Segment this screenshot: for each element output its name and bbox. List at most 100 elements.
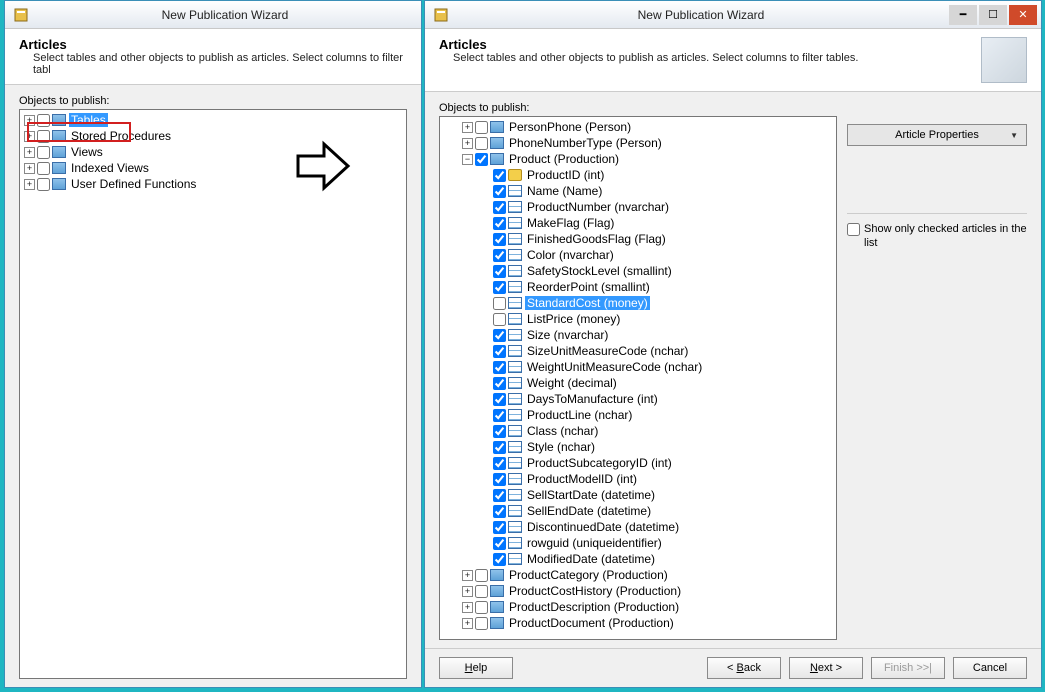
node-label[interactable]: PhoneNumberType (Person)	[507, 136, 664, 150]
tree-node[interactable]: + Tables	[20, 112, 406, 128]
show-only-checked-checkbox[interactable]: Show only checked articles in the list	[847, 222, 1027, 250]
tree-node[interactable]: DaysToManufacture (int)	[440, 391, 836, 407]
node-label[interactable]: Stored Procedures	[69, 129, 173, 143]
node-label[interactable]: Views	[69, 145, 105, 159]
tree-node[interactable]: Size (nvarchar)	[440, 327, 836, 343]
node-label[interactable]: Class (nchar)	[525, 424, 600, 438]
tree-node[interactable]: + PhoneNumberType (Person)	[440, 135, 836, 151]
titlebar[interactable]: New Publication Wizard ━ ☐ ✕	[425, 1, 1041, 29]
node-checkbox[interactable]	[493, 297, 506, 310]
node-label[interactable]: ProductNumber (nvarchar)	[525, 200, 671, 214]
node-label[interactable]: ProductSubcategoryID (int)	[525, 456, 674, 470]
collapse-icon[interactable]: −	[462, 154, 473, 165]
node-checkbox[interactable]	[493, 425, 506, 438]
node-checkbox[interactable]	[493, 249, 506, 262]
expand-icon[interactable]: +	[462, 138, 473, 149]
node-checkbox[interactable]	[493, 393, 506, 406]
expand-icon[interactable]: +	[24, 115, 35, 126]
tree-node[interactable]: ProductID (int)	[440, 167, 836, 183]
expand-icon[interactable]: +	[24, 179, 35, 190]
node-label[interactable]: User Defined Functions	[69, 177, 198, 191]
node-checkbox[interactable]	[493, 185, 506, 198]
minimize-button[interactable]: ━	[949, 5, 977, 25]
tree-node[interactable]: − Product (Production)	[440, 151, 836, 167]
tree-node[interactable]: StandardCost (money)	[440, 295, 836, 311]
node-label[interactable]: DaysToManufacture (int)	[525, 392, 660, 406]
tree-node[interactable]: ReorderPoint (smallint)	[440, 279, 836, 295]
node-label[interactable]: StandardCost (money)	[525, 296, 650, 310]
node-checkbox[interactable]	[493, 265, 506, 278]
expand-icon[interactable]: +	[24, 163, 35, 174]
node-checkbox[interactable]	[493, 281, 506, 294]
node-checkbox[interactable]	[475, 617, 488, 630]
node-checkbox[interactable]	[493, 473, 506, 486]
tree-node[interactable]: rowguid (uniqueidentifier)	[440, 535, 836, 551]
expand-icon[interactable]: +	[462, 586, 473, 597]
next-button[interactable]: Next >	[789, 657, 863, 679]
tree-node[interactable]: WeightUnitMeasureCode (nchar)	[440, 359, 836, 375]
node-label[interactable]: ProductCategory (Production)	[507, 568, 670, 582]
objects-tree[interactable]: + PersonPhone (Person) + PhoneNumberType (P…	[439, 116, 837, 640]
node-checkbox[interactable]	[493, 377, 506, 390]
node-checkbox[interactable]	[493, 361, 506, 374]
node-checkbox[interactable]	[37, 162, 50, 175]
node-checkbox[interactable]	[493, 201, 506, 214]
expand-icon[interactable]: +	[24, 147, 35, 158]
node-label[interactable]: ProductID (int)	[525, 168, 606, 182]
node-label[interactable]: ProductDescription (Production)	[507, 600, 681, 614]
tree-node[interactable]: +ProductDescription (Production)	[440, 599, 836, 615]
close-button[interactable]: ✕	[1009, 5, 1037, 25]
node-checkbox[interactable]	[493, 457, 506, 470]
tree-node[interactable]: ProductLine (nchar)	[440, 407, 836, 423]
node-label[interactable]: Weight (decimal)	[525, 376, 619, 390]
node-checkbox[interactable]	[475, 137, 488, 150]
node-label[interactable]: FinishedGoodsFlag (Flag)	[525, 232, 668, 246]
tree-node[interactable]: SellEndDate (datetime)	[440, 503, 836, 519]
node-checkbox[interactable]	[493, 553, 506, 566]
node-label[interactable]: ModifiedDate (datetime)	[525, 552, 657, 566]
tree-node[interactable]: MakeFlag (Flag)	[440, 215, 836, 231]
node-label[interactable]: ProductDocument (Production)	[507, 616, 676, 630]
node-label[interactable]: SizeUnitMeasureCode (nchar)	[525, 344, 690, 358]
tree-node[interactable]: +ProductCategory (Production)	[440, 567, 836, 583]
expand-icon[interactable]: +	[24, 131, 35, 142]
node-label[interactable]: PersonPhone (Person)	[507, 120, 633, 134]
node-checkbox[interactable]	[493, 409, 506, 422]
objects-tree[interactable]: + Tables + Stored Procedures + Views + Indexed …	[19, 109, 407, 679]
tree-node[interactable]: SizeUnitMeasureCode (nchar)	[440, 343, 836, 359]
tree-node[interactable]: Name (Name)	[440, 183, 836, 199]
tree-node[interactable]: DiscontinuedDate (datetime)	[440, 519, 836, 535]
maximize-button[interactable]: ☐	[979, 5, 1007, 25]
tree-node[interactable]: FinishedGoodsFlag (Flag)	[440, 231, 836, 247]
node-checkbox[interactable]	[37, 178, 50, 191]
node-label[interactable]: ListPrice (money)	[525, 312, 622, 326]
node-checkbox[interactable]	[493, 505, 506, 518]
node-label[interactable]: rowguid (uniqueidentifier)	[525, 536, 664, 550]
node-label[interactable]: Size (nvarchar)	[525, 328, 610, 342]
show-only-checked-input[interactable]	[847, 223, 860, 236]
node-label[interactable]: SafetyStockLevel (smallint)	[525, 264, 674, 278]
node-label[interactable]: Color (nvarchar)	[525, 248, 616, 262]
node-checkbox[interactable]	[493, 169, 506, 182]
node-label[interactable]: DiscontinuedDate (datetime)	[525, 520, 681, 534]
tree-node[interactable]: ModifiedDate (datetime)	[440, 551, 836, 567]
node-label[interactable]: Tables	[69, 113, 108, 127]
node-label[interactable]: Product (Production)	[507, 152, 621, 166]
node-checkbox[interactable]	[37, 130, 50, 143]
node-label[interactable]: Indexed Views	[69, 161, 151, 175]
node-label[interactable]: Name (Name)	[525, 184, 604, 198]
node-checkbox[interactable]	[475, 153, 488, 166]
tree-node[interactable]: Color (nvarchar)	[440, 247, 836, 263]
node-label[interactable]: MakeFlag (Flag)	[525, 216, 616, 230]
expand-icon[interactable]: +	[462, 122, 473, 133]
help-button[interactable]: Help	[439, 657, 513, 679]
node-checkbox[interactable]	[475, 585, 488, 598]
node-checkbox[interactable]	[493, 441, 506, 454]
node-label[interactable]: SellEndDate (datetime)	[525, 504, 653, 518]
titlebar[interactable]: New Publication Wizard	[5, 1, 421, 29]
tree-node[interactable]: Class (nchar)	[440, 423, 836, 439]
back-button[interactable]: < Back	[707, 657, 781, 679]
tree-node[interactable]: ProductNumber (nvarchar)	[440, 199, 836, 215]
node-label[interactable]: ReorderPoint (smallint)	[525, 280, 652, 294]
node-label[interactable]: ProductModelID (int)	[525, 472, 639, 486]
